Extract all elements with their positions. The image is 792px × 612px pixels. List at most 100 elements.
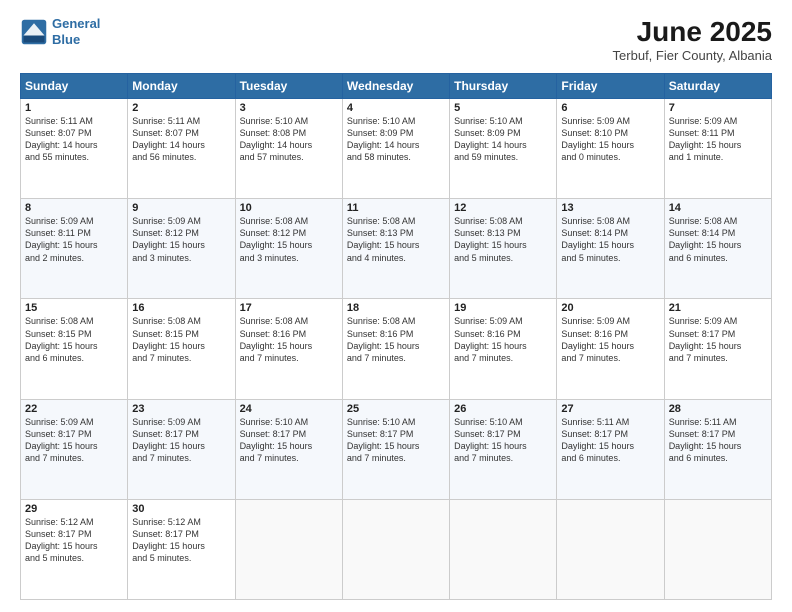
day-info: Sunrise: 5:08 AM Sunset: 8:13 PM Dayligh… [454, 215, 552, 264]
calendar-cell [235, 499, 342, 599]
day-info: Sunrise: 5:11 AM Sunset: 8:17 PM Dayligh… [669, 416, 767, 465]
logo-text: General Blue [52, 16, 100, 47]
day-number: 22 [25, 403, 123, 415]
day-info: Sunrise: 5:10 AM Sunset: 8:08 PM Dayligh… [240, 115, 338, 164]
calendar-cell: 11Sunrise: 5:08 AM Sunset: 8:13 PM Dayli… [342, 199, 449, 299]
calendar-cell: 18Sunrise: 5:08 AM Sunset: 8:16 PM Dayli… [342, 299, 449, 399]
calendar-cell: 19Sunrise: 5:09 AM Sunset: 8:16 PM Dayli… [450, 299, 557, 399]
day-info: Sunrise: 5:09 AM Sunset: 8:17 PM Dayligh… [132, 416, 230, 465]
title-block: June 2025 Terbuf, Fier County, Albania [613, 16, 772, 63]
day-number: 3 [240, 102, 338, 114]
calendar-cell: 29Sunrise: 5:12 AM Sunset: 8:17 PM Dayli… [21, 499, 128, 599]
day-info: Sunrise: 5:08 AM Sunset: 8:12 PM Dayligh… [240, 215, 338, 264]
day-number: 5 [454, 102, 552, 114]
day-number: 29 [25, 503, 123, 515]
weekday-header: Tuesday [235, 74, 342, 99]
calendar-body: 1 Sunrise: 5:11 AM Sunset: 8:07 PM Daylig… [21, 99, 772, 600]
day-info: Sunrise: 5:09 AM Sunset: 8:11 PM Dayligh… [25, 215, 123, 264]
day-info: Sunrise: 5:09 AM Sunset: 8:16 PM Dayligh… [454, 315, 552, 364]
day-number: 25 [347, 403, 445, 415]
calendar-cell: 24Sunrise: 5:10 AM Sunset: 8:17 PM Dayli… [235, 399, 342, 499]
day-info: Sunrise: 5:10 AM Sunset: 8:17 PM Dayligh… [240, 416, 338, 465]
calendar-cell: 12Sunrise: 5:08 AM Sunset: 8:13 PM Dayli… [450, 199, 557, 299]
day-info: Sunrise: 5:09 AM Sunset: 8:17 PM Dayligh… [669, 315, 767, 364]
calendar-cell [557, 499, 664, 599]
calendar-cell: 30Sunrise: 5:12 AM Sunset: 8:17 PM Dayli… [128, 499, 235, 599]
calendar-cell: 10Sunrise: 5:08 AM Sunset: 8:12 PM Dayli… [235, 199, 342, 299]
calendar-cell [664, 499, 771, 599]
day-number: 23 [132, 403, 230, 415]
day-number: 4 [347, 102, 445, 114]
weekday-header: Saturday [664, 74, 771, 99]
calendar-week-row: 8Sunrise: 5:09 AM Sunset: 8:11 PM Daylig… [21, 199, 772, 299]
calendar-cell: 6Sunrise: 5:09 AM Sunset: 8:10 PM Daylig… [557, 99, 664, 199]
day-number: 24 [240, 403, 338, 415]
calendar-week-row: 22Sunrise: 5:09 AM Sunset: 8:17 PM Dayli… [21, 399, 772, 499]
logo-icon [20, 18, 48, 46]
day-info: Sunrise: 5:12 AM Sunset: 8:17 PM Dayligh… [132, 516, 230, 565]
day-number: 2 [132, 102, 230, 114]
day-info: Sunrise: 5:09 AM Sunset: 8:10 PM Dayligh… [561, 115, 659, 164]
day-number: 10 [240, 202, 338, 214]
weekday-header: Sunday [21, 74, 128, 99]
calendar-header: SundayMondayTuesdayWednesdayThursdayFrid… [21, 74, 772, 99]
calendar-cell: 26Sunrise: 5:10 AM Sunset: 8:17 PM Dayli… [450, 399, 557, 499]
calendar-week-row: 29Sunrise: 5:12 AM Sunset: 8:17 PM Dayli… [21, 499, 772, 599]
calendar-cell: 3Sunrise: 5:10 AM Sunset: 8:08 PM Daylig… [235, 99, 342, 199]
page: General Blue June 2025 Terbuf, Fier Coun… [0, 0, 792, 612]
calendar-cell: 17Sunrise: 5:08 AM Sunset: 8:16 PM Dayli… [235, 299, 342, 399]
day-number: 16 [132, 302, 230, 314]
day-info: Sunrise: 5:09 AM Sunset: 8:17 PM Dayligh… [25, 416, 123, 465]
day-info: Sunrise: 5:09 AM Sunset: 8:11 PM Dayligh… [669, 115, 767, 164]
day-number: 28 [669, 403, 767, 415]
calendar-cell: 9Sunrise: 5:09 AM Sunset: 8:12 PM Daylig… [128, 199, 235, 299]
calendar-cell: 4Sunrise: 5:10 AM Sunset: 8:09 PM Daylig… [342, 99, 449, 199]
day-info: Sunrise: 5:08 AM Sunset: 8:13 PM Dayligh… [347, 215, 445, 264]
calendar-table: SundayMondayTuesdayWednesdayThursdayFrid… [20, 73, 772, 600]
day-info: Sunrise: 5:08 AM Sunset: 8:15 PM Dayligh… [25, 315, 123, 364]
day-number: 26 [454, 403, 552, 415]
day-info: Sunrise: 5:12 AM Sunset: 8:17 PM Dayligh… [25, 516, 123, 565]
calendar-cell: 21Sunrise: 5:09 AM Sunset: 8:17 PM Dayli… [664, 299, 771, 399]
day-number: 19 [454, 302, 552, 314]
day-info: Sunrise: 5:11 AM Sunset: 8:07 PM Dayligh… [132, 115, 230, 164]
day-number: 14 [669, 202, 767, 214]
calendar-cell: 23Sunrise: 5:09 AM Sunset: 8:17 PM Dayli… [128, 399, 235, 499]
day-info: Sunrise: 5:10 AM Sunset: 8:17 PM Dayligh… [454, 416, 552, 465]
header: General Blue June 2025 Terbuf, Fier Coun… [20, 16, 772, 63]
calendar-cell: 2Sunrise: 5:11 AM Sunset: 8:07 PM Daylig… [128, 99, 235, 199]
calendar-cell: 14Sunrise: 5:08 AM Sunset: 8:14 PM Dayli… [664, 199, 771, 299]
day-number: 15 [25, 302, 123, 314]
day-number: 9 [132, 202, 230, 214]
calendar-cell: 5Sunrise: 5:10 AM Sunset: 8:09 PM Daylig… [450, 99, 557, 199]
logo: General Blue [20, 16, 100, 47]
day-info: Sunrise: 5:09 AM Sunset: 8:16 PM Dayligh… [561, 315, 659, 364]
day-info: Sunrise: 5:08 AM Sunset: 8:16 PM Dayligh… [347, 315, 445, 364]
weekday-header: Monday [128, 74, 235, 99]
day-number: 20 [561, 302, 659, 314]
day-number: 1 [25, 102, 123, 114]
subtitle: Terbuf, Fier County, Albania [613, 48, 772, 63]
calendar-cell: 28Sunrise: 5:11 AM Sunset: 8:17 PM Dayli… [664, 399, 771, 499]
day-number: 30 [132, 503, 230, 515]
day-number: 21 [669, 302, 767, 314]
calendar-cell: 8Sunrise: 5:09 AM Sunset: 8:11 PM Daylig… [21, 199, 128, 299]
day-number: 7 [669, 102, 767, 114]
calendar-cell [450, 499, 557, 599]
logo-line1: General [52, 16, 100, 31]
day-info: Sunrise: 5:08 AM Sunset: 8:16 PM Dayligh… [240, 315, 338, 364]
calendar-cell: 20Sunrise: 5:09 AM Sunset: 8:16 PM Dayli… [557, 299, 664, 399]
calendar-cell: 13Sunrise: 5:08 AM Sunset: 8:14 PM Dayli… [557, 199, 664, 299]
weekday-header: Friday [557, 74, 664, 99]
day-info: Sunrise: 5:08 AM Sunset: 8:14 PM Dayligh… [561, 215, 659, 264]
logo-line2: Blue [52, 32, 80, 47]
day-number: 8 [25, 202, 123, 214]
calendar-week-row: 1 Sunrise: 5:11 AM Sunset: 8:07 PM Daylig… [21, 99, 772, 199]
calendar-cell: 16Sunrise: 5:08 AM Sunset: 8:15 PM Dayli… [128, 299, 235, 399]
day-info: Sunrise: 5:08 AM Sunset: 8:14 PM Dayligh… [669, 215, 767, 264]
calendar-cell [342, 499, 449, 599]
day-info: Sunrise: 5:10 AM Sunset: 8:09 PM Dayligh… [347, 115, 445, 164]
day-number: 6 [561, 102, 659, 114]
day-number: 27 [561, 403, 659, 415]
weekday-header: Thursday [450, 74, 557, 99]
